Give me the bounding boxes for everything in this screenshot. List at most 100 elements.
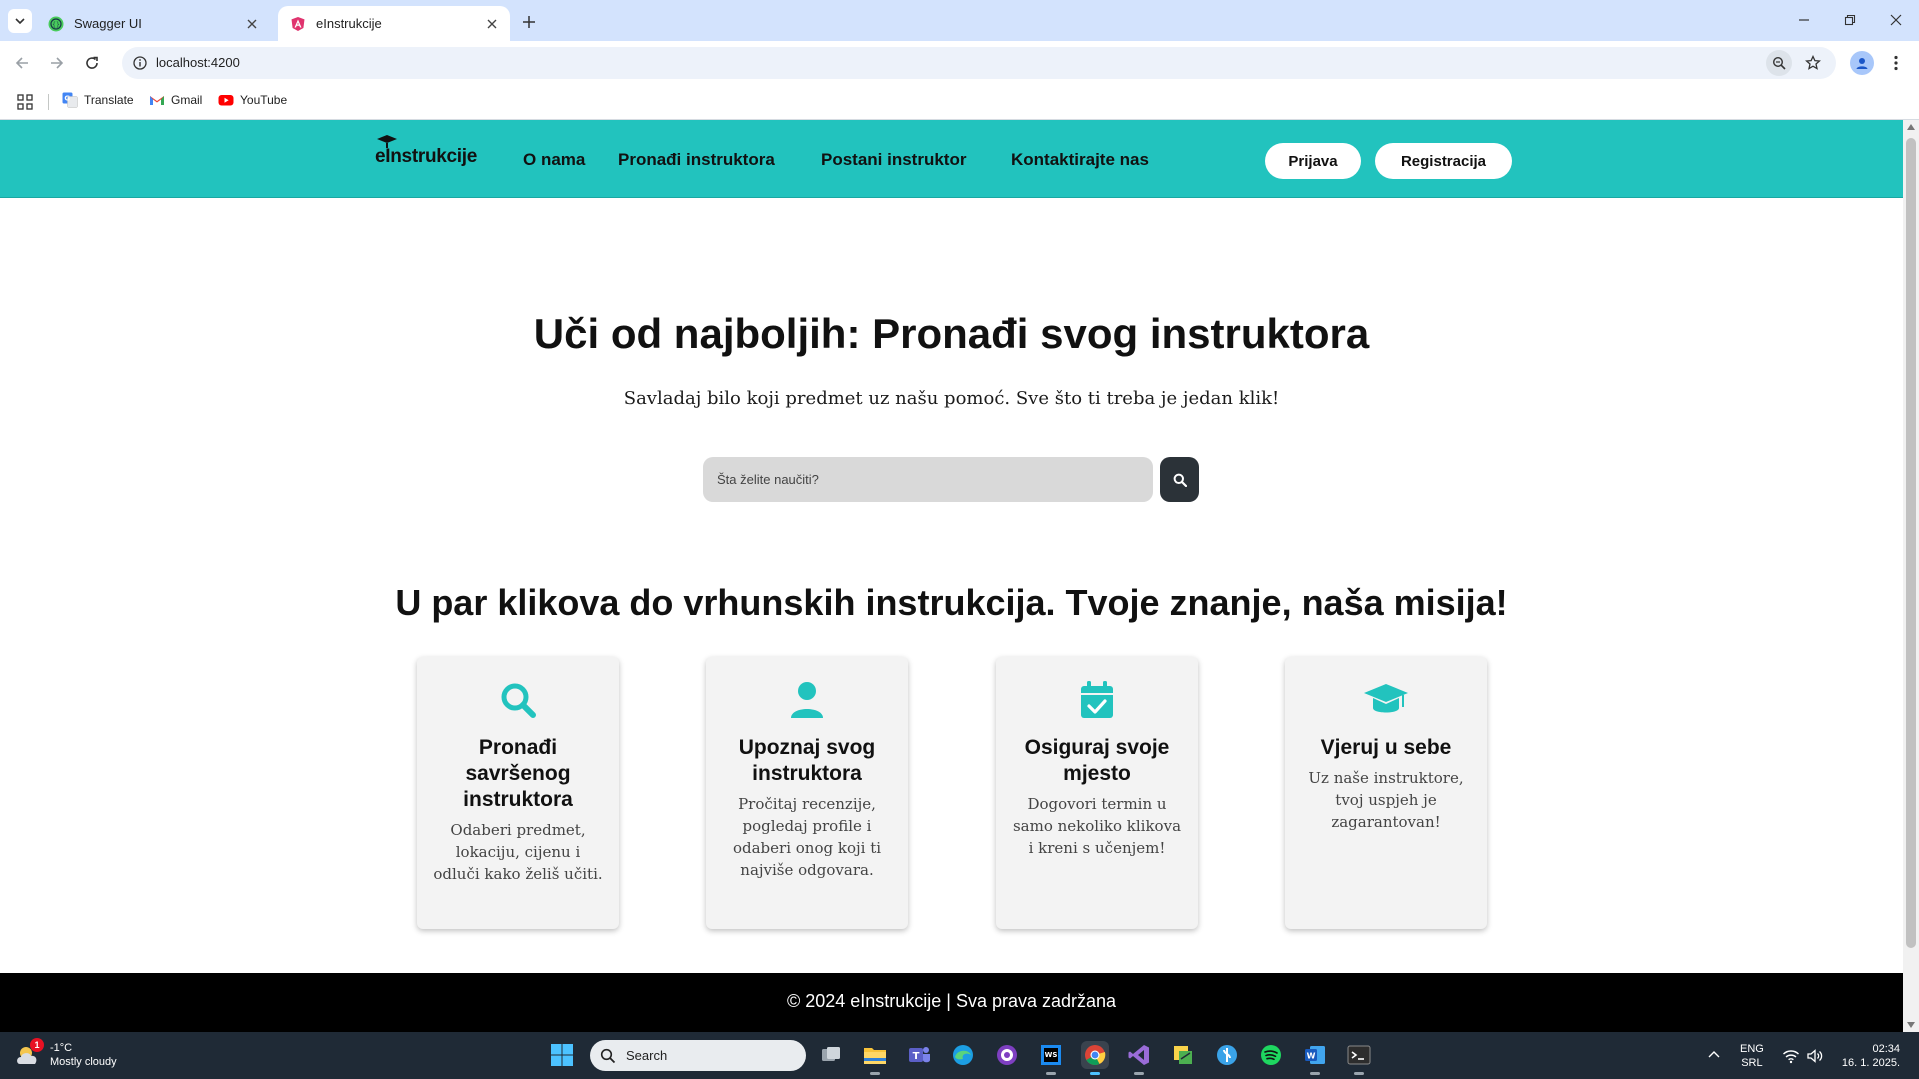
nav-pronadi-instruktora[interactable]: Pronađi instruktora xyxy=(618,150,775,170)
feature-card-book: Osiguraj svoje mjesto Dogovori termin u … xyxy=(996,657,1198,929)
address-bar[interactable]: localhost:4200 xyxy=(122,47,1836,79)
site-info-icon[interactable] xyxy=(130,53,150,73)
github-desktop-icon[interactable] xyxy=(993,1041,1021,1069)
windows-start-icon[interactable] xyxy=(550,1043,574,1067)
spotify-icon[interactable] xyxy=(1257,1041,1285,1069)
keyboard-layout: SRL xyxy=(1741,1057,1763,1069)
bookmark-translate[interactable]: G Translate xyxy=(62,92,134,108)
nav-postani-instruktor[interactable]: Postani instruktor xyxy=(821,150,966,170)
features-heading: U par klikova do vrhunskih instrukcija. … xyxy=(395,582,1508,623)
new-tab-button[interactable] xyxy=(518,11,540,33)
scroll-down-arrow-icon[interactable] xyxy=(1907,1022,1915,1028)
webstorm-icon[interactable]: WS xyxy=(1037,1041,1065,1075)
bookmarks-separator xyxy=(48,94,49,110)
tab-list-button[interactable] xyxy=(8,9,32,33)
page-scrollbar[interactable] xyxy=(1903,120,1919,1032)
reload-icon xyxy=(86,56,98,69)
site-header: eInstrukcije O nama Pronađi instruktora … xyxy=(0,120,1903,198)
feature-card-text: Pročitaj recenzije, pogledaj profile i o… xyxy=(732,795,882,879)
running-indicator xyxy=(1134,1072,1144,1075)
taskbar-search-label: Search xyxy=(626,1048,668,1063)
chevron-up-icon[interactable] xyxy=(1706,1047,1722,1063)
apps-grid-icon[interactable] xyxy=(16,93,34,111)
wifi-icon[interactable] xyxy=(1782,1047,1800,1065)
nav-o-nama[interactable]: O nama xyxy=(523,150,585,170)
feature-card-meet: Upoznaj svog instruktora Pročitaj recenz… xyxy=(706,657,908,929)
word-icon[interactable]: W xyxy=(1301,1041,1329,1075)
zoom-icon[interactable] xyxy=(1766,50,1792,76)
minimize-icon xyxy=(1799,19,1809,21)
more-vertical-icon xyxy=(1894,55,1898,71)
feature-card-text: Dogovori termin u samo nekoliko klikova … xyxy=(1012,795,1182,857)
reload-button[interactable] xyxy=(78,49,106,77)
input-language-indicator[interactable]: ENG SRL xyxy=(1740,1042,1764,1070)
search-button[interactable] xyxy=(1160,457,1199,502)
url-text[interactable]: localhost:4200 xyxy=(156,55,240,70)
bookmark-youtube[interactable]: YouTube xyxy=(218,92,287,108)
back-button[interactable] xyxy=(8,49,36,77)
feature-card-title: Pronađi savršenog instruktora xyxy=(463,736,573,811)
volume-icon[interactable] xyxy=(1806,1047,1824,1065)
file-explorer-icon[interactable] xyxy=(861,1041,889,1075)
feature-card-title: Upoznaj svog instruktora xyxy=(738,736,876,785)
bookmark-label: Gmail xyxy=(171,93,203,107)
running-indicator xyxy=(870,1072,880,1075)
browser-tab-einstrukcije[interactable]: eInstrukcije xyxy=(278,6,510,41)
system-clock[interactable]: 02:34 16. 1. 2025. xyxy=(1838,1042,1900,1070)
register-button[interactable]: Registracija xyxy=(1375,143,1512,179)
site-footer: © 2024 eInstrukcije | Sva prava zadržana xyxy=(0,973,1903,1032)
taskbar-search[interactable]: Search xyxy=(590,1040,806,1071)
subject-search-input[interactable] xyxy=(703,457,1153,502)
bookmark-star-icon[interactable] xyxy=(1802,52,1824,74)
visual-studio-icon[interactable] xyxy=(1125,1041,1153,1075)
feature-card-title: Vjeruj u sebe xyxy=(1320,736,1452,759)
search-icon xyxy=(495,677,541,723)
task-view-icon[interactable] xyxy=(817,1041,845,1069)
chrome-icon[interactable] xyxy=(1081,1041,1109,1075)
close-tab-icon[interactable] xyxy=(242,14,262,34)
calendar-check-icon xyxy=(1074,677,1120,723)
login-button[interactable]: Prijava xyxy=(1265,143,1361,179)
clock-time: 02:34 xyxy=(1872,1043,1900,1055)
feature-card-believe: Vjeruj u sebe Uz naše instruktore, tvoj … xyxy=(1285,657,1487,929)
bookmark-label: YouTube xyxy=(240,93,288,107)
close-window-button[interactable] xyxy=(1884,8,1908,32)
tab-title: Swagger UI xyxy=(74,16,142,31)
bookmark-label: Translate xyxy=(84,93,134,107)
forward-button[interactable] xyxy=(43,49,71,77)
arrow-right-icon xyxy=(51,57,64,69)
browser-tab-bar: {} Swagger UI eInstrukcije xyxy=(0,0,1919,41)
bookmark-gmail[interactable]: Gmail xyxy=(149,92,202,108)
restore-button[interactable] xyxy=(1838,8,1862,32)
teams-icon[interactable]: T xyxy=(905,1041,933,1069)
scroll-up-arrow-icon[interactable] xyxy=(1907,124,1915,130)
cursor-app-icon[interactable] xyxy=(1213,1041,1241,1069)
person-icon xyxy=(1856,58,1868,69)
youtube-icon xyxy=(218,92,234,108)
page-viewport: eInstrukcije O nama Pronađi instruktora … xyxy=(0,120,1903,1032)
scrollbar-thumb[interactable] xyxy=(1906,138,1916,948)
weather-description: Mostly cloudy xyxy=(50,1056,117,1068)
minimize-button[interactable] xyxy=(1792,8,1816,32)
restore-icon xyxy=(1844,14,1856,26)
terminal-icon[interactable] xyxy=(1345,1041,1373,1075)
browser-toolbar: localhost:4200 xyxy=(0,41,1919,84)
running-indicator xyxy=(1046,1072,1056,1075)
google-translate-icon: G xyxy=(62,92,78,108)
browser-tab-swagger[interactable]: {} Swagger UI xyxy=(36,6,270,41)
edge-icon[interactable] xyxy=(949,1041,977,1069)
nav-kontaktirajte-nas[interactable]: Kontaktirajte nas xyxy=(1011,150,1149,170)
bookmarks-bar: G Translate Gmail YouTube xyxy=(0,84,1919,120)
running-indicator xyxy=(1310,1072,1320,1075)
weather-widget[interactable]: 1 -1°C Mostly cloudy xyxy=(14,1038,117,1070)
site-logo[interactable]: eInstrukcije xyxy=(375,146,477,168)
close-tab-icon[interactable] xyxy=(482,14,502,34)
tab-title: eInstrukcije xyxy=(316,16,382,31)
clock-date: 16. 1. 2025. xyxy=(1841,1057,1900,1069)
sticky-notes-icon[interactable] xyxy=(1169,1041,1197,1069)
chevron-down-icon xyxy=(15,18,25,25)
hero-subtitle: Savladaj bilo koji predmet uz našu pomoć… xyxy=(623,388,1280,409)
browser-menu-button[interactable] xyxy=(1884,51,1908,75)
profile-avatar[interactable] xyxy=(1850,51,1874,75)
graduation-cap-icon xyxy=(1363,677,1409,723)
